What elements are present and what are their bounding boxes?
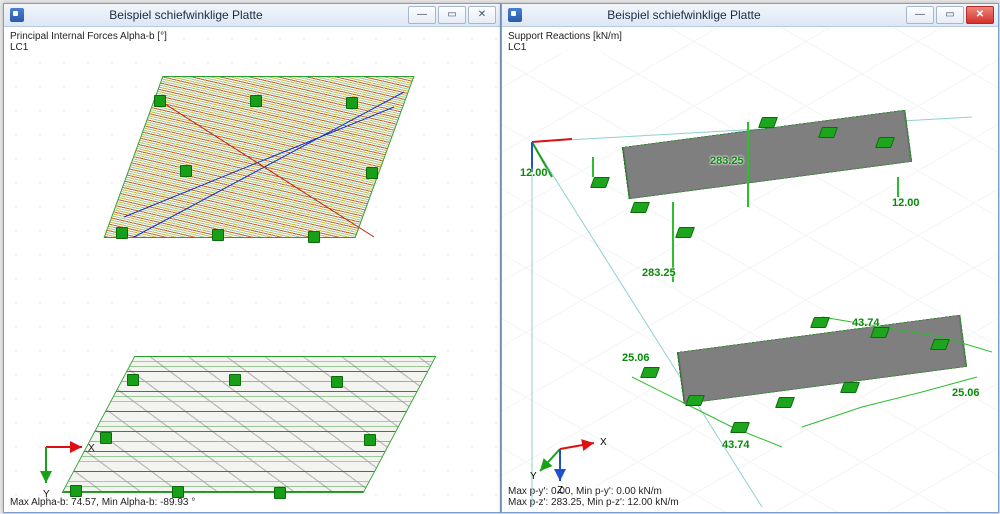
- window-right: Beispiel schiefwinklige Platte — ▭ ✕ Sup…: [501, 3, 999, 513]
- reaction-distribution: [622, 307, 992, 467]
- axes-xy: X Y: [46, 439, 47, 440]
- support-node: [116, 227, 128, 239]
- axis-y-label: Y: [43, 489, 50, 500]
- window-title: Beispiel schiefwinklige Platte: [30, 8, 402, 22]
- reaction-peak: [747, 122, 749, 207]
- support-node: [180, 165, 192, 177]
- titlebar-left[interactable]: Beispiel schiefwinklige Platte — ▭ ✕: [4, 4, 500, 27]
- support-node: [366, 167, 378, 179]
- viewport-left[interactable]: Principal Internal Forces Alpha-b [°] LC…: [4, 27, 500, 512]
- reaction-value: 283.25: [710, 155, 744, 167]
- app-icon: [508, 8, 522, 22]
- support-node: [172, 486, 184, 498]
- reaction-edge: [897, 177, 899, 197]
- support-node: [308, 231, 320, 243]
- support-node: [229, 374, 241, 386]
- close-button[interactable]: ✕: [468, 6, 496, 24]
- support-node: [70, 485, 82, 497]
- reaction-edge: [592, 157, 594, 177]
- support-node: [127, 374, 139, 386]
- titlebar-right[interactable]: Beispiel schiefwinklige Platte — ▭ ✕: [502, 4, 998, 27]
- reaction-value: 43.74: [722, 439, 750, 451]
- maximize-button[interactable]: ▭: [438, 6, 466, 24]
- support-node: [331, 376, 343, 388]
- minimize-button[interactable]: —: [408, 6, 436, 24]
- support-node: [154, 95, 166, 107]
- result-header: Principal Internal Forces Alpha-b [°] LC…: [8, 31, 169, 53]
- viewport-right[interactable]: Support Reactions [kN/m] LC1 Max p-y': 0…: [502, 27, 998, 512]
- axis-y-label: Y: [530, 471, 537, 482]
- maximize-button[interactable]: ▭: [936, 6, 964, 24]
- window-left: Beispiel schiefwinklige Platte — ▭ ✕ Pri…: [3, 3, 501, 513]
- window-title: Beispiel schiefwinklige Platte: [528, 8, 900, 22]
- support-node: [250, 95, 262, 107]
- reaction-value: 283.25: [642, 267, 676, 279]
- app-icon: [10, 8, 24, 22]
- support-node: [100, 432, 112, 444]
- axis-x-label: X: [600, 437, 607, 448]
- axis-x-label: X: [88, 443, 95, 454]
- reaction-value: 25.06: [952, 387, 980, 399]
- close-button[interactable]: ✕: [966, 6, 994, 24]
- reaction-value: 12.00: [892, 197, 920, 209]
- result-footer: Max Alpha-b: 74.57, Min Alpha-b: -89.93 …: [8, 497, 197, 508]
- principal-overlay: [104, 67, 424, 257]
- support-node: [274, 487, 286, 499]
- reaction-value: 12.00: [520, 167, 548, 179]
- minimize-button[interactable]: —: [906, 6, 934, 24]
- axis-z-label: Z: [557, 485, 563, 496]
- reaction-value: 25.06: [622, 352, 650, 364]
- support-node: [212, 229, 224, 241]
- support-node: [346, 97, 358, 109]
- axes-xyz: X Y Z: [560, 441, 561, 442]
- support-node: [364, 434, 376, 446]
